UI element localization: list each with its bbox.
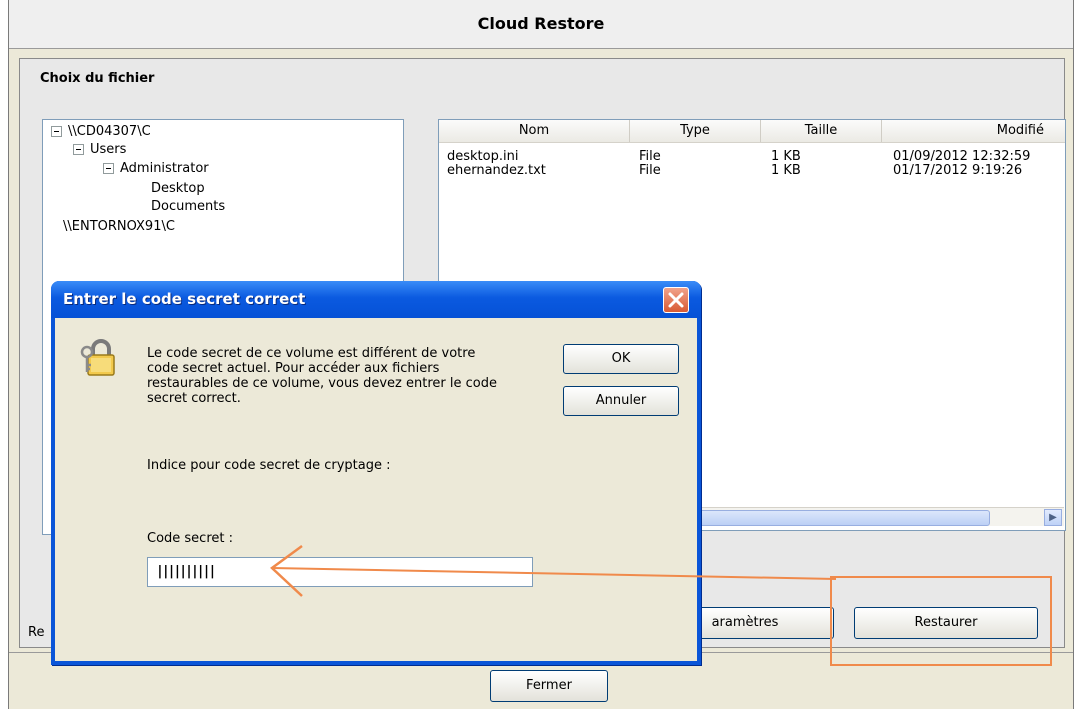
window-title: Cloud Restore [9,0,1073,49]
close-icon [668,292,684,308]
file-modified: 01/09/2012 12:32:59 [893,149,1031,164]
column-header-name[interactable]: Nom [439,120,630,142]
file-type: File [639,163,661,178]
file-list-header: Nom Type Taille Modifié [439,120,1065,143]
secret-code-input[interactable]: |||||||||| [147,557,533,587]
file-name: desktop.ini [447,149,519,164]
dialog-titlebar: Entrer le code secret correct [51,281,701,318]
scroll-right-arrow-icon[interactable]: ▶ [1044,509,1062,526]
collapse-icon[interactable] [103,163,114,174]
code-label: Code secret : [147,531,233,546]
column-header-type[interactable]: Type [630,120,761,142]
collapse-icon[interactable] [73,144,84,155]
tree-node-administrator[interactable]: Administrator [103,161,209,177]
file-size: 1 KB [771,163,801,178]
lock-key-icon [80,339,115,376]
file-type: File [639,149,661,164]
restaurer-highlight-box [830,576,1052,666]
parametres-label: aramètres [711,615,779,630]
tree-node-desktop[interactable]: Desktop [151,181,205,197]
tree-node-entornox91[interactable]: \\ENTORNOX91\C [63,219,175,235]
hint-label: Indice pour code secret de cryptage : [147,458,391,473]
dialog-title: Entrer le code secret correct [63,290,306,308]
dialog-message: Le code secret de ce volume est différen… [147,346,497,406]
cancel-button[interactable]: Annuler [563,386,679,416]
secret-code-dialog: Entrer le code secret correct Le code se… [51,281,701,665]
dialog-body: Le code secret de ce volume est différen… [55,318,697,661]
tree-node-users[interactable]: Users [73,142,126,158]
column-header-size[interactable]: Taille [761,120,882,142]
file-name: ehernandez.txt [447,163,546,178]
ok-button[interactable]: OK [563,344,679,374]
file-size: 1 KB [771,149,801,164]
tree-node-documents[interactable]: Documents [151,199,225,215]
collapse-icon[interactable] [51,126,62,137]
file-modified: 01/17/2012 9:19:26 [893,163,1023,178]
tree-node-cd04307[interactable]: \\CD04307\C [51,124,151,140]
file-chooser-title: Choix du fichier [40,71,155,86]
column-header-modified[interactable]: Modifié [882,120,1064,142]
fermer-button[interactable]: Fermer [490,670,608,702]
partial-label: Re [28,625,45,640]
close-button[interactable] [663,287,689,313]
